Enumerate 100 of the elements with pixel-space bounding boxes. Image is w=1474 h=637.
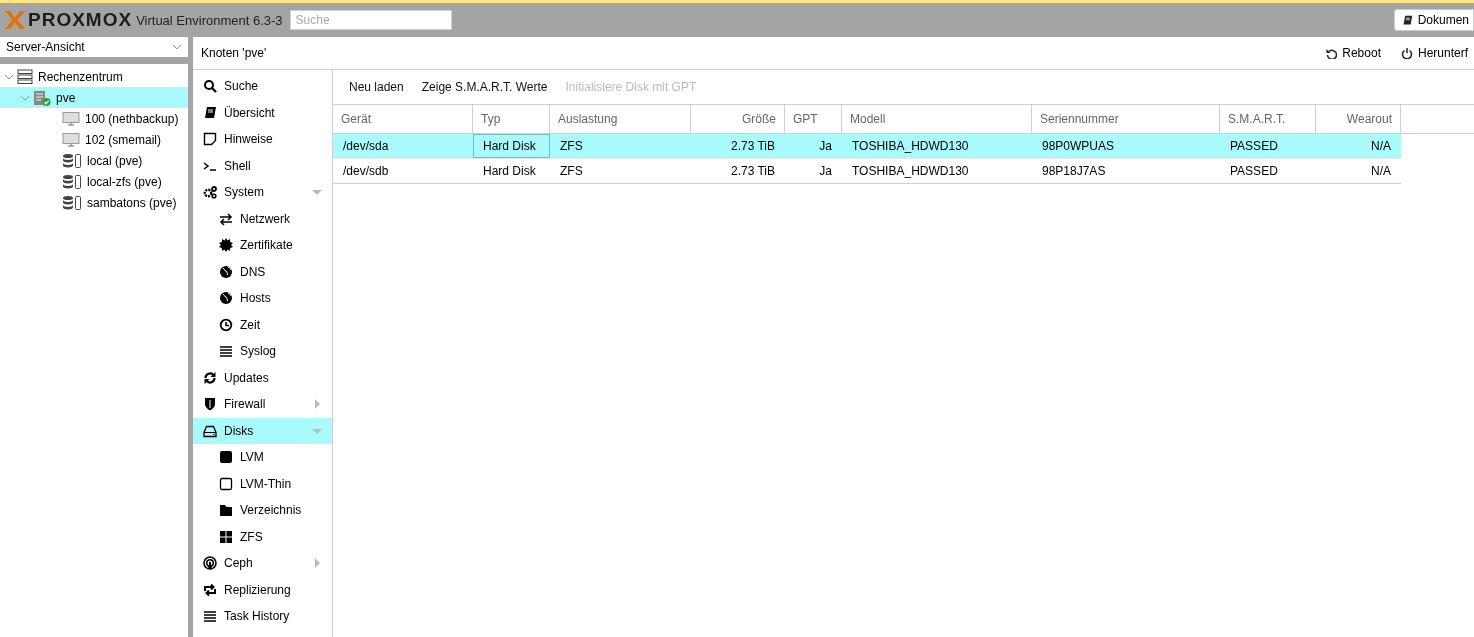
table-row[interactable]: /dev/sda Hard Disk ZFS 2.73 TiB Ja TOSHIBA_HDWD130 98P0WPUAS PASSED N/A: [333, 134, 1401, 159]
table-cell-text: 98P18J7AS: [1041, 163, 1107, 180]
list-icon: [203, 609, 217, 624]
menu-item[interactable]: Updates: [193, 364, 332, 391]
menu-item[interactable]: Task History: [193, 603, 332, 630]
table-cell-text: 2.73 TiB: [729, 163, 776, 180]
table-cell-text: /dev/sdb: [342, 163, 390, 180]
menu-item[interactable]: Firewall: [193, 391, 332, 418]
certificate-icon: [219, 238, 233, 253]
tree-item[interactable]: sambatons (pve): [0, 192, 188, 213]
tree-item[interactable]: 100 (nethbackup): [0, 108, 188, 129]
menu-item[interactable]: DNS: [193, 258, 332, 285]
list-icon: [219, 344, 233, 359]
table-cell-text: N/A: [1370, 138, 1392, 155]
database-icon: [62, 152, 82, 169]
menu-item[interactable]: Übersicht: [193, 99, 332, 126]
caret-right-icon[interactable]: [312, 399, 322, 410]
documentation-button[interactable]: Dokumen: [1393, 9, 1474, 31]
table-cell-text: 2.73 TiB: [729, 138, 776, 155]
menu-item[interactable]: LVM-Thin: [193, 470, 332, 497]
square-icon: [219, 450, 233, 465]
book-icon: [203, 105, 217, 120]
menu-item[interactable]: Replizierung: [193, 576, 332, 603]
logo-text: PROXMOX: [28, 9, 133, 31]
gears-icon: [203, 185, 217, 200]
table-cell: Hard Disk: [473, 134, 550, 158]
menu-item[interactable]: Verzeichnis: [193, 497, 332, 524]
monitor-icon: [62, 131, 80, 148]
x-logo-icon: [4, 10, 26, 30]
caret-down-icon[interactable]: [312, 187, 322, 198]
menu-item[interactable]: Suche: [193, 73, 332, 100]
menu-item[interactable]: Shell: [193, 152, 332, 179]
column-header[interactable]: Wearout: [1316, 105, 1401, 133]
tree-item[interactable]: 102 (smemail): [0, 129, 188, 150]
tree-item[interactable]: pve: [0, 87, 188, 108]
toolbar-button[interactable]: Zeige S.M.A.R.T. Werte: [413, 77, 556, 97]
menu-item[interactable]: Zeit: [193, 311, 332, 338]
table-cell-text: PASSED: [1229, 138, 1279, 155]
table-cell-text: TOSHIBA_HDWD130: [851, 138, 970, 155]
clock-icon: [219, 317, 233, 332]
version-text: Virtual Environment 6.3-3: [136, 12, 283, 28]
toolbar-button[interactable]: Neu laden: [341, 77, 412, 97]
arrows-icon: [219, 211, 233, 226]
menu-item[interactable]: ZFS: [193, 523, 332, 550]
menu-item[interactable]: Netzwerk: [193, 205, 332, 232]
menu-item[interactable]: Hosts: [193, 285, 332, 312]
table-cell-text: PASSED: [1229, 163, 1279, 180]
view-dropdown[interactable]: Server-Ansicht: [0, 37, 188, 57]
server-rack-icon: [17, 68, 33, 85]
column-header[interactable]: Modell: [842, 105, 1032, 133]
search-field[interactable]: Suche: [289, 10, 452, 30]
table-cell-text: ZFS: [559, 138, 584, 155]
folder-icon: [219, 503, 233, 518]
shield-icon: [203, 397, 217, 412]
table-cell-text: Ja: [818, 163, 833, 180]
repeat-arrows-icon: [203, 582, 217, 597]
database-icon: [62, 194, 82, 211]
search-icon: [203, 79, 217, 94]
reboot-icon: [1325, 47, 1338, 59]
panel-title: Knoten 'pve': [201, 46, 267, 60]
database-icon: [62, 173, 82, 190]
table-cell-text: N/A: [1370, 163, 1392, 180]
hard-drive-icon: [203, 423, 217, 438]
column-header[interactable]: Typ: [473, 105, 550, 133]
menu-item[interactable]: System: [193, 179, 332, 206]
menu-item[interactable]: Zertifikate: [193, 232, 332, 259]
column-header[interactable]: Auslastung: [550, 105, 691, 133]
table-cell-text: Ja: [818, 138, 833, 155]
monitor-icon: [62, 110, 80, 127]
table-cell-text: /dev/sda: [342, 138, 390, 155]
shutdown-button[interactable]: Herunterf: [1394, 46, 1474, 60]
signal-rings-icon: [203, 556, 217, 571]
menu-item[interactable]: Disks: [193, 417, 332, 444]
column-header[interactable]: Seriennummer: [1032, 105, 1220, 133]
tree-item[interactable]: local-zfs (pve): [0, 171, 188, 192]
table-cell-text: TOSHIBA_HDWD130: [851, 163, 970, 180]
column-header[interactable]: S.M.A.R.T.: [1220, 105, 1316, 133]
server-check-icon: [33, 89, 51, 106]
reboot-button[interactable]: Reboot: [1319, 46, 1387, 60]
table-row[interactable]: /dev/sdb Hard Disk ZFS 2.73 TiB Ja TOSHIBA_HDWD130 98P18J7AS PASSED N/A: [333, 159, 1401, 184]
column-header[interactable]: Gerät: [333, 105, 473, 133]
column-header[interactable]: GPT: [785, 105, 842, 133]
menu-item[interactable]: Hinweise: [193, 126, 332, 153]
chevron-down-icon: [172, 44, 182, 50]
square-outline-icon: [219, 476, 233, 491]
tree-item[interactable]: local (pve): [0, 150, 188, 171]
table-cell-text: Hard Disk: [482, 163, 537, 180]
grid-icon: [219, 529, 233, 544]
tree-item[interactable]: Rechenzentrum: [0, 66, 188, 87]
table-cell-text: ZFS: [559, 163, 584, 180]
power-icon: [1400, 47, 1413, 59]
menu-item[interactable]: Ceph: [193, 550, 332, 577]
table-cell-text: 98P0WPUAS: [1041, 138, 1116, 155]
column-header[interactable]: Größe: [691, 105, 785, 133]
note-icon: [203, 132, 217, 147]
menu-item[interactable]: LVM: [193, 444, 332, 471]
menu-item[interactable]: Syslog: [193, 338, 332, 365]
refresh-icon: [203, 370, 217, 385]
caret-right-icon[interactable]: [312, 558, 322, 569]
book-icon: [1401, 14, 1413, 26]
